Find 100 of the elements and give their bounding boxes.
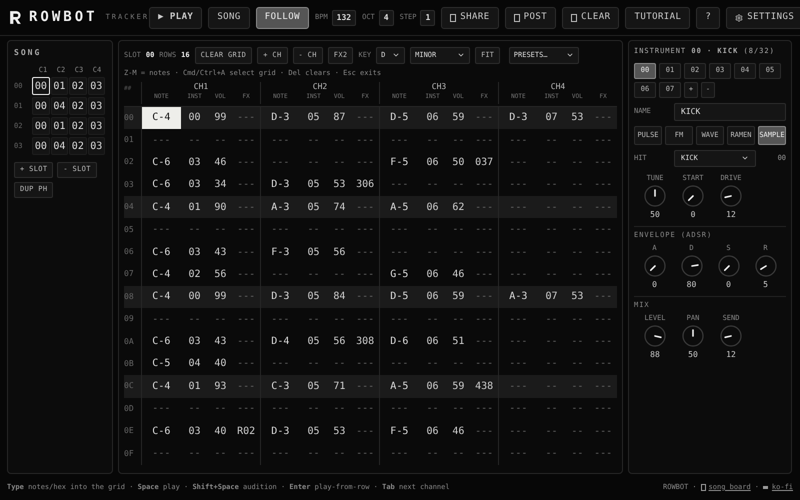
grid-cell[interactable]: F-5 (380, 151, 419, 174)
grid-cell[interactable]: 02 (180, 263, 208, 286)
grid-cell[interactable]: --- (232, 308, 260, 330)
grid-cell[interactable]: --- (351, 263, 379, 286)
grid-cell[interactable]: D-3 (261, 286, 300, 308)
grid-cell[interactable]: --- (470, 286, 498, 308)
grid-cell[interactable]: --- (380, 128, 419, 152)
knob[interactable] (754, 255, 776, 277)
grid-cell[interactable]: 56 (327, 330, 352, 353)
grid-cell[interactable]: -- (446, 442, 470, 465)
grid-cell[interactable]: 06 (418, 151, 446, 174)
grid-cell[interactable]: 40 (208, 352, 232, 376)
grid-cell[interactable]: --- (351, 128, 379, 152)
grid-cell[interactable]: -- (208, 218, 232, 241)
grid-cell[interactable]: --- (589, 174, 617, 196)
grid-cell[interactable]: --- (470, 218, 498, 241)
grid-cell[interactable]: --- (380, 308, 419, 330)
grid-cell[interactable]: -- (565, 174, 590, 196)
grid-cell[interactable]: -- (180, 442, 208, 465)
name-field[interactable]: KICK (674, 102, 786, 120)
grid-cell[interactable]: C-6 (142, 420, 181, 442)
grid-cell[interactable]: -- (300, 218, 328, 241)
grid-cell[interactable]: 06 (418, 420, 446, 442)
grid-cell[interactable]: --- (232, 174, 260, 196)
grid-cell[interactable]: --- (232, 330, 260, 353)
grid-cell[interactable]: --- (470, 174, 498, 196)
knob[interactable] (644, 255, 666, 277)
grid-cell[interactable]: 01 (180, 375, 208, 398)
knob[interactable] (718, 255, 740, 277)
toolbar-button[interactable]: SONG (208, 6, 250, 28)
grid-cell[interactable]: -- (327, 352, 352, 376)
grid-cell[interactable]: -- (538, 174, 566, 196)
grid-cell[interactable]: 59 (446, 375, 470, 398)
grid-cell[interactable]: 53 (565, 286, 590, 308)
grid-cell[interactable]: -- (418, 128, 446, 152)
grid-cell[interactable]: 05 (300, 286, 328, 308)
grid-cell[interactable]: -- (180, 128, 208, 152)
grid-cell[interactable]: 50 (446, 151, 470, 174)
grid-cell[interactable]: 07 (538, 286, 566, 308)
grid-cell[interactable]: --- (142, 128, 181, 152)
song-cell[interactable]: 00 (32, 97, 50, 115)
song-cell[interactable]: 02 (69, 117, 87, 135)
grid-cell[interactable]: 99 (208, 106, 232, 129)
grid-cell[interactable]: --- (499, 196, 538, 218)
grid-cell[interactable]: -- (565, 218, 590, 241)
song-cell[interactable]: 00 (32, 137, 50, 155)
grid-cell[interactable]: -- (538, 196, 566, 218)
grid-cell[interactable]: --- (232, 196, 260, 218)
grid-cell[interactable]: A-5 (380, 375, 419, 398)
number-field[interactable]: 132 (332, 10, 356, 26)
grid-cell[interactable]: C-4 (142, 263, 181, 286)
grid-cell[interactable]: C-3 (261, 375, 300, 398)
grid-cell[interactable]: -- (565, 128, 590, 152)
song-cell[interactable]: 03 (88, 97, 105, 115)
grid-cell[interactable]: --- (380, 218, 419, 241)
grid-cell[interactable]: 93 (208, 375, 232, 398)
grid-cell[interactable]: --- (589, 196, 617, 218)
grid-cell[interactable]: 01 (180, 196, 208, 218)
grid-cell[interactable]: 03 (180, 330, 208, 353)
grid-cell[interactable]: --- (589, 263, 617, 286)
grid-cell[interactable]: -- (418, 308, 446, 330)
toolbar-button[interactable]: FOLLOW (256, 6, 310, 28)
grid-cell[interactable]: --- (232, 398, 260, 420)
grid-cell[interactable]: -- (327, 308, 352, 330)
grid-cell[interactable]: 43 (208, 240, 232, 264)
grid-cell[interactable]: 06 (418, 263, 446, 286)
grid-cell[interactable]: -- (300, 151, 328, 174)
grid-cell[interactable]: -- (300, 398, 328, 420)
grid-cell[interactable]: 46 (446, 263, 470, 286)
grid-cell[interactable]: --- (232, 286, 260, 308)
grid-cell[interactable]: --- (232, 375, 260, 398)
grid-cell[interactable]: --- (380, 174, 419, 196)
grid-cell[interactable]: 308 (351, 330, 379, 353)
grid-cell[interactable]: A-3 (261, 196, 300, 218)
toolbar-button[interactable]: CLEAR (562, 6, 620, 28)
grid-cell[interactable]: --- (470, 352, 498, 376)
grid-cell[interactable]: -- (208, 308, 232, 330)
grid-cell[interactable]: -- (327, 263, 352, 286)
grid-cell[interactable]: -- (418, 174, 446, 196)
grid-cell[interactable]: C-6 (142, 240, 181, 264)
song-cell[interactable]: 04 (50, 137, 68, 155)
grid-cell[interactable]: --- (351, 286, 379, 308)
grid-cell[interactable]: -- (327, 151, 352, 174)
grid-cell[interactable]: --- (499, 352, 538, 376)
song-cell[interactable]: 02 (69, 97, 87, 115)
grid-cell[interactable]: -- (565, 352, 590, 376)
grid-cell[interactable]: -- (565, 151, 590, 174)
grid-cell[interactable]: D-4 (261, 330, 300, 353)
grid-cell[interactable]: 46 (208, 151, 232, 174)
grid-cell[interactable]: D-6 (380, 330, 419, 353)
grid-cell[interactable]: --- (232, 106, 260, 129)
grid-cell[interactable]: -- (538, 151, 566, 174)
grid-cell[interactable]: -- (300, 128, 328, 152)
grid-cell[interactable]: --- (351, 308, 379, 330)
grid-cell[interactable]: -- (446, 398, 470, 420)
grid-cell[interactable]: --- (142, 308, 181, 330)
grid-cell[interactable]: --- (232, 218, 260, 241)
grid-cell[interactable]: -- (300, 442, 328, 465)
grid-cell[interactable]: --- (589, 398, 617, 420)
grid-cell[interactable]: --- (470, 263, 498, 286)
